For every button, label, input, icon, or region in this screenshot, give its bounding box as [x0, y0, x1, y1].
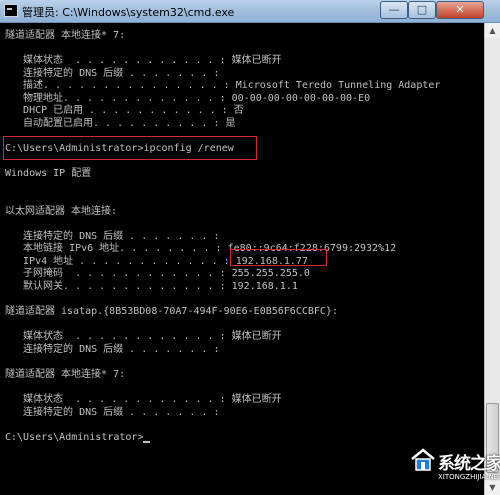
vertical-scrollbar[interactable]: ▲ ▼ — [484, 23, 500, 495]
console-line: 子网掩码 . . . . . . . . . . . . : 255.255.2… — [5, 268, 310, 280]
minimize-button[interactable]: — — [380, 1, 408, 19]
console-line: DHCP 已启用 . . . . . . . . . . . : 否 — [5, 105, 244, 117]
console-line: C:\Users\Administrator> — [5, 432, 151, 444]
console-line: 物理地址. . . . . . . . . . . . . : 00-00-00… — [5, 92, 371, 104]
console-line: 媒体状态 . . . . . . . . . . . . : 媒体已断开 — [5, 393, 282, 405]
console-line: 连接特定的 DNS 后缀 . . . . . . . : — [5, 230, 220, 242]
cmd-icon — [4, 4, 18, 17]
console-line: 媒体状态 . . . . . . . . . . . . : 媒体已断开 — [5, 331, 282, 343]
console-line: Windows IP 配置 — [5, 168, 92, 180]
console-line: 连接特定的 DNS 后缀 . . . . . . . : — [5, 343, 220, 355]
scroll-up-arrow-icon[interactable]: ▲ — [485, 23, 500, 38]
console-line: 隧道适配器 本地连接* 7: — [5, 30, 126, 41]
text-cursor — [143, 440, 151, 443]
console-line: 隧道适配器 本地连接* 7: — [5, 368, 126, 380]
ipv4-highlight-box — [230, 249, 327, 266]
window-title: 管理员: C:\Windows\system32\cmd.exe — [22, 6, 235, 19]
console-line: 本地链接 IPv6 地址. . . . . . . . : fe80::9c64… — [5, 243, 397, 255]
console-line: 连接特定的 DNS 后缀 . . . . . . . : — [5, 406, 220, 418]
close-button[interactable]: ✕ — [436, 1, 484, 19]
console-line: 描述. . . . . . . . . . . . . . . : Micros… — [5, 80, 441, 92]
watermark-name: 系统之家 — [438, 454, 500, 474]
console-line: 隧道适配器 isatap.{8B53BD08-70A7-494F-90E6-E0… — [5, 306, 338, 318]
console-line: 默认网关. . . . . . . . . . . . . : 192.168.… — [5, 281, 298, 292]
house-logo-icon — [411, 448, 435, 471]
console-line: 媒体状态 . . . . . . . . . . . . : 媒体已断开 — [5, 55, 282, 67]
maximize-button[interactable]: □ — [408, 1, 436, 19]
watermark-url: XITONGZHIJIA.NET — [438, 473, 500, 481]
console-line: 以太网适配器 本地连接: — [5, 205, 118, 217]
console-line: 连接特定的 DNS 后缀 . . . . . . . : — [5, 67, 220, 79]
site-watermark: 系统之家 XITONGZHIJIA.NET — [410, 445, 500, 491]
console-line: 自动配置已启用. . . . . . . . . . : 是 — [5, 117, 236, 129]
command-highlight-box — [3, 136, 257, 160]
title-bar[interactable]: 管理员: C:\Windows\system32\cmd.exe — □ ✕ — [0, 0, 500, 23]
